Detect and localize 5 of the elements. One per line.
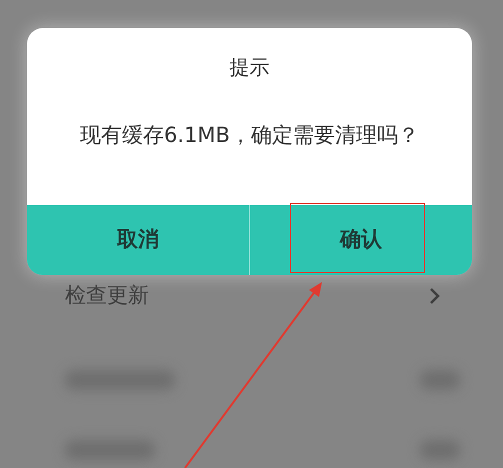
chevron-icon xyxy=(429,287,441,305)
dialog-message: 现有缓存6.1MB，确定需要清理吗？ xyxy=(79,122,420,149)
confirm-button[interactable]: 确认 xyxy=(249,205,472,275)
menu-item-label[interactable]: 检查更新 xyxy=(65,280,149,312)
dialog-title: 提示 xyxy=(228,54,270,81)
